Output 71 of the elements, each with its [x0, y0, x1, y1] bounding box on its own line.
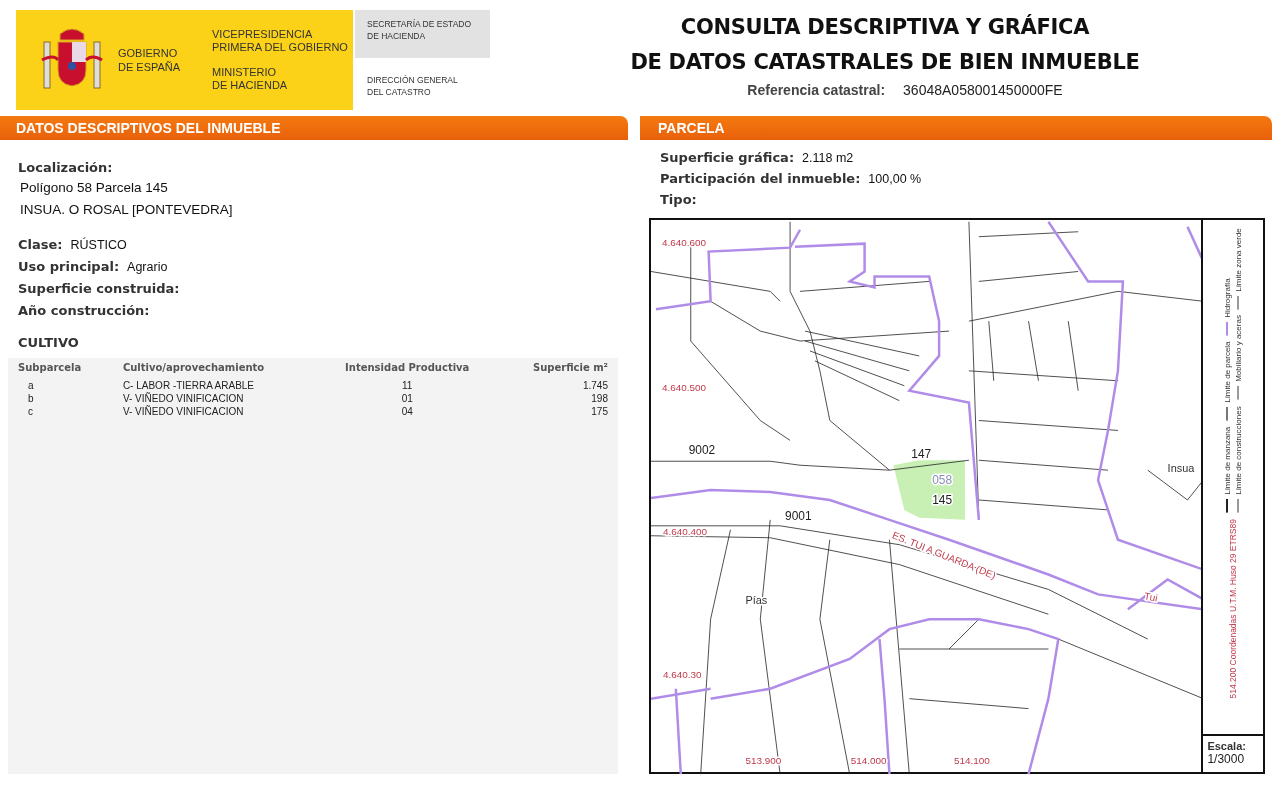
field-value: 100,00 % [868, 172, 922, 186]
column-header: Subparcela [17, 361, 83, 375]
field-label: Uso principal: [18, 259, 120, 274]
section-header: DATOS DESCRIPTIVOS DEL INMUEBLE [0, 116, 628, 140]
document-title: CONSULTA DESCRIPTIVA Y GRÁFICA DE DATOS CATASTRALES DE BIEN INMUEBLE [630, 13, 1140, 76]
reference-value: 36048A058001450000FE [903, 82, 1063, 98]
field-label: Localización: [18, 160, 114, 175]
reference-label: Referencia catastral: [747, 82, 886, 98]
legend-line-icon [1237, 295, 1240, 310]
field-label: Superficie construida: [18, 281, 180, 296]
table-cell-text: a [27, 379, 35, 392]
ministry-name: MINISTERIO DE HACIENDA [212, 66, 289, 92]
table-cell-text: C- LABOR -TIERRA ARABLE [121, 379, 256, 392]
table-cell-text: 04 [400, 405, 414, 418]
map-label: 513.900 [745, 755, 782, 767]
highlighted-parcel [893, 460, 965, 520]
table-cell-text: V- VIÑEDO VINIFICACION [121, 405, 245, 418]
field-label: Tipo: [660, 192, 697, 207]
section-header: PARCELA [640, 116, 1272, 140]
legend-line-icon [1237, 498, 1240, 513]
column-header: Superficie m² [531, 361, 609, 375]
table-cell-text: c [27, 405, 34, 418]
map-label: 145 [932, 492, 953, 507]
legend-line-icon [1226, 406, 1229, 421]
legend-label: Límite zona verde [1234, 228, 1244, 292]
field-label: Participación del inmueble: [660, 171, 861, 186]
legend-line-icon [1226, 498, 1229, 513]
table-cell-text: 1.745 [581, 379, 609, 392]
field-label: Superficie gráfica: [660, 150, 795, 165]
map-label: 9001 [785, 508, 812, 523]
secretary-name: SECRETARÍA DE ESTADO DE HACIENDA [355, 10, 490, 58]
column-header: Intensidad Productiva [344, 361, 471, 375]
table-cell-text: V- VIÑEDO VINIFICACION [121, 392, 245, 405]
table-cell-text: 11 [401, 379, 414, 392]
legend-label: Hidrografía [1223, 277, 1233, 318]
map-label: 514.100 [954, 755, 990, 767]
map-label: 4.640.400 [662, 525, 708, 537]
field-value: RÚSTICO [70, 238, 127, 252]
legend-label: Límite de construcciones [1234, 406, 1244, 495]
coordinates-note: 514.200 Coordenadas U.T.M. Huso 29 ETRS89 [1228, 518, 1239, 699]
legend-label: Límite de manzana [1223, 426, 1233, 495]
column-header: Cultivo/aprovechamiento [121, 361, 266, 375]
map-label: 4.640.500 [661, 381, 707, 393]
government-name: GOBIERNO DE ESPAÑA [118, 46, 182, 74]
map-label: 9002 [688, 443, 716, 458]
field-value: Agrario [127, 260, 168, 274]
table-cell-text: 175 [590, 405, 609, 418]
map-label: 4.640.600 [661, 236, 707, 248]
scale-label: Escala: [1207, 740, 1247, 752]
map-label: Pías [745, 594, 768, 607]
legend-label: Mobiliario y aceras [1234, 315, 1244, 383]
table-cell-text: 01 [400, 392, 414, 405]
map-label: Insua [1167, 462, 1195, 475]
map-label: 058 [932, 473, 953, 488]
location-value: Polígono 58 Parcela 145 INSUA. O ROSAL [PONTEVEDRA] [20, 179, 234, 219]
map-label: 514.000 [850, 755, 887, 767]
table-cell-text: 198 [590, 392, 609, 405]
map-label: Tui [1143, 590, 1159, 604]
subsection-title: CULTIVO [18, 335, 80, 350]
map-label: 147 [911, 447, 932, 462]
field-label: Año construcción: [18, 303, 150, 318]
field-label: Clase: [18, 237, 63, 252]
field-value: 2.118 m2 [802, 151, 854, 165]
legend-line-icon [1226, 321, 1229, 336]
scale-value: 1/3000 [1207, 752, 1246, 766]
legend-label: Límite de parcela [1223, 341, 1233, 403]
directorate-name: DIRECCIÓN GENERAL DEL CATASTRO [366, 74, 459, 98]
map-label: 4.640.30 [662, 668, 702, 680]
table-cell-text: b [27, 392, 35, 405]
vicepresidency-name: VICEPRESIDENCIA PRIMERA DEL GOBIERNO [212, 28, 348, 54]
legend-line-icon [1237, 386, 1240, 401]
